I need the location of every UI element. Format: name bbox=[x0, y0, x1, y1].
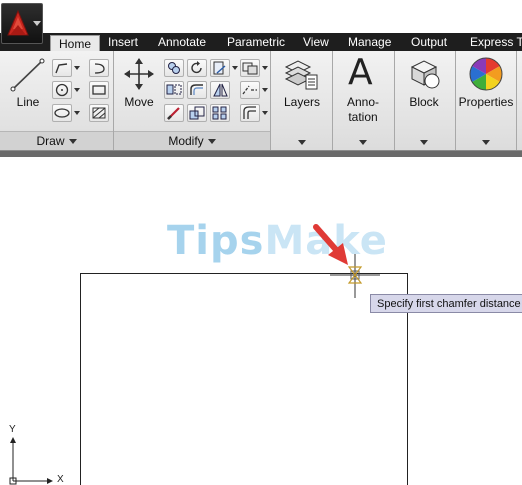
ellipse-icon bbox=[54, 108, 70, 118]
ellipse-button[interactable] bbox=[52, 104, 72, 122]
rectangle-button[interactable] bbox=[89, 81, 109, 99]
scale-button[interactable] bbox=[187, 104, 207, 122]
ucs-x-label: X bbox=[57, 474, 64, 485]
command-prompt-tooltip: Specify first chamfer distance bbox=[370, 294, 522, 313]
tab-parametric[interactable]: Parametric bbox=[227, 33, 285, 51]
line-icon bbox=[10, 58, 45, 92]
offset-icon bbox=[243, 106, 256, 119]
tab-view[interactable]: View bbox=[303, 33, 329, 51]
layers-label: Layers bbox=[283, 95, 321, 109]
copy-icon bbox=[168, 62, 180, 74]
polyline-button[interactable] bbox=[52, 59, 72, 77]
extend-icon bbox=[213, 83, 228, 97]
extend-button[interactable] bbox=[210, 81, 230, 99]
rotate-icon bbox=[191, 61, 202, 74]
offset-dropdown[interactable] bbox=[261, 104, 269, 122]
tab-express-tools[interactable]: Express To bbox=[470, 33, 522, 51]
modify-panel-footer[interactable]: Modify bbox=[114, 131, 270, 150]
modify-panel-title: Modify bbox=[168, 134, 204, 148]
ribbon: Line Draw Move Modify Layers A Anno- tat… bbox=[0, 51, 522, 151]
mirror-button[interactable] bbox=[164, 81, 184, 99]
panel-divider bbox=[270, 51, 271, 150]
move-icon bbox=[124, 58, 154, 90]
drawing-geometry bbox=[9, 224, 408, 485]
fillet-icon bbox=[190, 84, 203, 95]
explode-button[interactable] bbox=[240, 81, 260, 99]
chevron-down-icon bbox=[33, 21, 41, 26]
circle-button[interactable] bbox=[52, 81, 72, 99]
draw-panel-title: Draw bbox=[36, 134, 65, 148]
offset-button[interactable] bbox=[240, 104, 260, 122]
erase-dropdown[interactable] bbox=[261, 59, 269, 77]
tab-output[interactable]: Output bbox=[411, 33, 447, 51]
array-icon bbox=[212, 106, 227, 120]
annotation-label-line2: tation bbox=[348, 110, 378, 124]
arc-button[interactable] bbox=[89, 59, 109, 77]
array-button[interactable] bbox=[210, 104, 230, 122]
line-button-label[interactable]: Line bbox=[8, 95, 48, 110]
chevron-down-icon bbox=[207, 139, 216, 145]
title-bar bbox=[0, 0, 522, 33]
fillet-button[interactable] bbox=[187, 81, 207, 99]
ucs-icon bbox=[9, 437, 53, 485]
tab-home[interactable]: Home bbox=[50, 35, 101, 52]
draw-panel-footer[interactable]: Draw bbox=[0, 131, 113, 150]
properties-label: Properties bbox=[458, 95, 514, 109]
polyline-dropdown[interactable] bbox=[73, 59, 81, 77]
tab-manage[interactable]: Manage bbox=[348, 33, 391, 51]
erase-icon bbox=[242, 62, 258, 75]
mirror-icon bbox=[166, 84, 182, 95]
annotation-label-line1: Anno- bbox=[346, 95, 380, 109]
hatch-button[interactable] bbox=[89, 104, 109, 122]
ucs-y-label: Y bbox=[9, 424, 16, 435]
annotation-label: Anno- tation bbox=[338, 95, 388, 125]
red-arrow-annotation bbox=[313, 224, 348, 265]
block-label: Block bbox=[409, 95, 439, 109]
annotation-icon: A bbox=[348, 52, 373, 93]
panel-divider bbox=[332, 51, 333, 150]
erase-button[interactable] bbox=[240, 59, 260, 77]
explode-icon bbox=[242, 85, 257, 95]
application-menu-button[interactable] bbox=[1, 3, 43, 44]
panel-divider bbox=[516, 51, 517, 150]
panel-divider bbox=[394, 51, 395, 150]
chevron-down-icon bbox=[482, 140, 490, 145]
move-button-label[interactable]: Move bbox=[118, 95, 160, 110]
drawn-rectangle[interactable] bbox=[80, 273, 408, 485]
rectangle-icon bbox=[92, 85, 106, 95]
tab-insert[interactable]: Insert bbox=[108, 33, 138, 51]
arc-icon bbox=[94, 63, 105, 74]
circle-icon bbox=[55, 83, 69, 97]
trim-icon bbox=[213, 61, 226, 75]
trim-dropdown[interactable] bbox=[231, 59, 239, 77]
ellipse-dropdown[interactable] bbox=[73, 104, 81, 122]
block-icon bbox=[410, 60, 440, 89]
layers-icon bbox=[284, 60, 318, 90]
chevron-down-icon bbox=[359, 140, 367, 145]
chevron-down-icon bbox=[68, 139, 77, 145]
rotate-button[interactable] bbox=[187, 59, 207, 77]
color-wheel-icon bbox=[469, 57, 503, 91]
crosshair-cursor bbox=[330, 254, 380, 298]
stretch-icon bbox=[167, 107, 180, 120]
chevron-down-icon bbox=[298, 140, 306, 145]
explode-dropdown[interactable] bbox=[261, 81, 269, 99]
tab-annotate[interactable]: Annotate bbox=[158, 33, 206, 51]
hatch-icon bbox=[92, 107, 106, 119]
stretch-button[interactable] bbox=[164, 104, 184, 122]
chevron-down-icon bbox=[420, 140, 428, 145]
polyline-icon bbox=[55, 63, 68, 74]
circle-dropdown[interactable] bbox=[73, 81, 81, 99]
autocad-logo-icon bbox=[7, 9, 29, 36]
scale-icon bbox=[189, 106, 205, 120]
copy-button[interactable] bbox=[164, 59, 184, 77]
trim-button[interactable] bbox=[210, 59, 230, 77]
ribbon-tab-bar: Home Insert Annotate Parametric View Man… bbox=[0, 33, 522, 52]
